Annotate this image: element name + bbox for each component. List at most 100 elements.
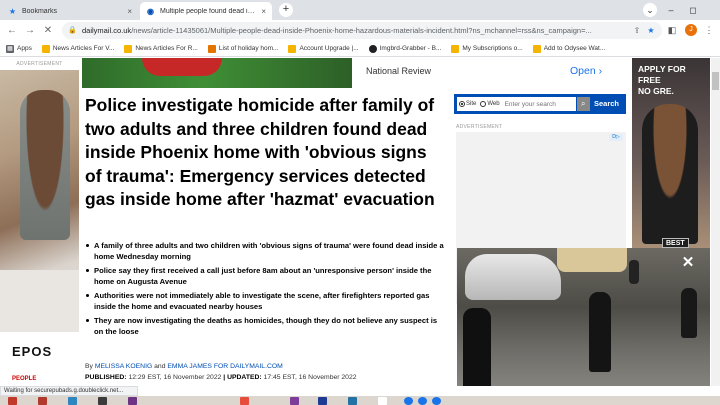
bookmark-label: Imgbrd-Grabber - B... bbox=[379, 45, 442, 52]
stop-icon[interactable]: ✕ bbox=[42, 24, 54, 37]
minimize-button[interactable]: – bbox=[664, 3, 678, 17]
back-icon[interactable]: ← bbox=[6, 24, 18, 37]
published-date: PUBLISHED: 12:29 EST, 16 November 2022 |… bbox=[85, 374, 357, 381]
taskbar bbox=[0, 396, 720, 405]
taskbar-app-icon[interactable] bbox=[128, 397, 137, 405]
bookmark-item[interactable]: List of holiday hom... bbox=[207, 44, 278, 53]
open-button[interactable]: Open › bbox=[570, 65, 602, 77]
bookmark-star-icon[interactable]: ★ bbox=[646, 26, 656, 36]
scrollbar-thumb[interactable] bbox=[712, 72, 719, 90]
ad-brand-logo[interactable]: EPOS bbox=[12, 344, 52, 359]
banner-title: National Review bbox=[366, 66, 432, 76]
taskbar-app-icon[interactable] bbox=[418, 397, 427, 405]
menu-icon[interactable]: ⋮ bbox=[703, 24, 715, 37]
address-bar[interactable]: 🔒 dailymail.co.uk/news/article-11435061/… bbox=[62, 22, 662, 39]
summary-bullet: They are now investigating the deaths as… bbox=[85, 315, 445, 337]
profile-avatar[interactable]: J bbox=[685, 24, 697, 36]
site-search: Site Web ⌕ Search bbox=[454, 94, 626, 114]
maximize-button[interactable]: ◻ bbox=[686, 3, 700, 17]
radio-label: Web bbox=[487, 101, 500, 107]
tab-bookmarks[interactable]: ★ Bookmarks × bbox=[2, 2, 138, 20]
search-button[interactable]: Search bbox=[590, 97, 623, 111]
video-person-shape bbox=[589, 292, 611, 372]
taskbar-app-icon[interactable] bbox=[8, 397, 17, 405]
bookmark-item[interactable]: News Articles For V... bbox=[41, 44, 114, 53]
status-bar: Waiting for securepubads.g.doubleclick.n… bbox=[0, 386, 138, 396]
radio-dot[interactable] bbox=[480, 101, 487, 107]
taskbar-app-icon[interactable] bbox=[318, 397, 327, 405]
published-label: PUBLISHED: bbox=[85, 374, 127, 381]
video-car-shape bbox=[557, 248, 627, 272]
bookmark-label: Apps bbox=[17, 45, 32, 52]
extensions-icon[interactable]: ◧ bbox=[666, 24, 678, 37]
forward-icon[interactable]: → bbox=[24, 24, 36, 37]
taskbar-app-icon[interactable] bbox=[38, 397, 47, 405]
folder-icon bbox=[288, 44, 297, 53]
taskbar-app-icon[interactable] bbox=[404, 397, 413, 405]
browser-window: ★ Bookmarks × ◉ Multiple people found de… bbox=[0, 0, 720, 405]
folder-icon bbox=[124, 44, 133, 53]
article-summary-list: A family of three adults and two childre… bbox=[85, 240, 445, 340]
left-advertisement[interactable]: ADVERTISEMENT EPOS PEOPLE bbox=[0, 58, 79, 386]
taskbar-app-icon[interactable] bbox=[432, 397, 441, 405]
updated-label: | UPDATED: bbox=[223, 374, 262, 381]
bookmark-item[interactable]: My Subscriptions o... bbox=[451, 44, 523, 53]
url-text[interactable]: dailymail.co.uk/news/article-11435061/Mu… bbox=[82, 26, 628, 35]
bookmark-label: Add to Odysee Wat... bbox=[543, 45, 606, 52]
ad-image[interactable] bbox=[0, 70, 79, 332]
bookmark-item[interactable]: Account Upgrade |... bbox=[288, 44, 359, 53]
byline: By MELISSA KOENIG and EMMA JAMES FOR DAI… bbox=[85, 363, 283, 370]
right-ad-text: APPLY FOR FREE NO GRE. bbox=[638, 64, 686, 96]
lock-icon[interactable]: 🔒 bbox=[68, 26, 77, 35]
tab-search-button[interactable]: ⌄ bbox=[643, 3, 657, 17]
tab-article[interactable]: ◉ Multiple people found dead insi... × bbox=[140, 2, 272, 20]
star-icon: ★ bbox=[8, 6, 17, 16]
site-icon bbox=[207, 44, 216, 53]
radio-dot[interactable] bbox=[459, 101, 465, 107]
taskbar-app-icon[interactable] bbox=[290, 397, 299, 405]
video-car-shape bbox=[465, 254, 561, 300]
bookmark-item[interactable]: Imgbrd-Grabber - B... bbox=[368, 44, 442, 53]
summary-bullet: Police say they first received a call ju… bbox=[85, 265, 445, 287]
bookmark-item[interactable]: Add to Odysee Wat... bbox=[532, 44, 606, 53]
url-host: dailymail.co.uk bbox=[82, 26, 132, 35]
taskbar-app-icon[interactable] bbox=[378, 397, 387, 405]
taskbar-app-icon[interactable] bbox=[98, 397, 107, 405]
browser-toolbar: ← → ✕ 🔒 dailymail.co.uk/news/article-114… bbox=[0, 20, 720, 41]
author-link[interactable]: MELISSA KOENIG bbox=[95, 363, 152, 370]
share-icon[interactable]: ⇪ bbox=[632, 26, 642, 36]
adchoices-icon[interactable]: D▷ bbox=[609, 134, 623, 141]
tab-label: Bookmarks bbox=[22, 7, 58, 15]
ad-label: ADVERTISEMENT bbox=[456, 124, 503, 130]
taskbar-app-icon[interactable] bbox=[68, 397, 77, 405]
author-link[interactable]: EMMA JAMES FOR DAILYMAIL.COM bbox=[167, 363, 282, 370]
chevron-right-icon: › bbox=[598, 65, 603, 77]
close-tab-icon[interactable]: × bbox=[261, 7, 266, 16]
radio-label: Site bbox=[466, 101, 477, 107]
ad-sub-text: PEOPLE bbox=[12, 376, 37, 382]
byline-and: and bbox=[154, 363, 166, 370]
close-video-icon[interactable]: ✕ bbox=[680, 255, 696, 271]
search-icon[interactable]: ⌕ bbox=[576, 97, 590, 111]
page-scrollbar[interactable] bbox=[711, 58, 720, 386]
ad-label: ADVERTISEMENT bbox=[16, 61, 63, 67]
new-tab-button[interactable]: + bbox=[279, 3, 293, 17]
bookmark-item[interactable]: News Articles For R... bbox=[124, 44, 198, 53]
radio-site[interactable]: Site bbox=[457, 97, 479, 111]
search-input[interactable] bbox=[501, 97, 576, 111]
github-icon bbox=[368, 44, 377, 53]
taskbar-app-icon[interactable] bbox=[348, 397, 357, 405]
ad-desk-shape bbox=[0, 270, 79, 332]
published-value: 12:29 EST, 16 November 2022 bbox=[128, 374, 222, 381]
open-label: Open bbox=[570, 65, 596, 77]
right-advertisement[interactable]: APPLY FOR FREE NO GRE. bbox=[632, 58, 710, 248]
radio-web[interactable]: Web bbox=[478, 97, 502, 111]
banner-image[interactable] bbox=[82, 58, 352, 88]
tab-strip: ★ Bookmarks × ◉ Multiple people found de… bbox=[0, 0, 720, 20]
bookmark-apps[interactable]: ▦ Apps bbox=[6, 44, 32, 53]
ad-person-shape bbox=[20, 90, 70, 240]
taskbar-app-icon[interactable] bbox=[240, 397, 249, 405]
close-tab-icon[interactable]: × bbox=[127, 7, 132, 16]
video-player[interactable] bbox=[457, 248, 710, 386]
summary-bullet: Authorities were not immediately able to… bbox=[85, 290, 445, 312]
